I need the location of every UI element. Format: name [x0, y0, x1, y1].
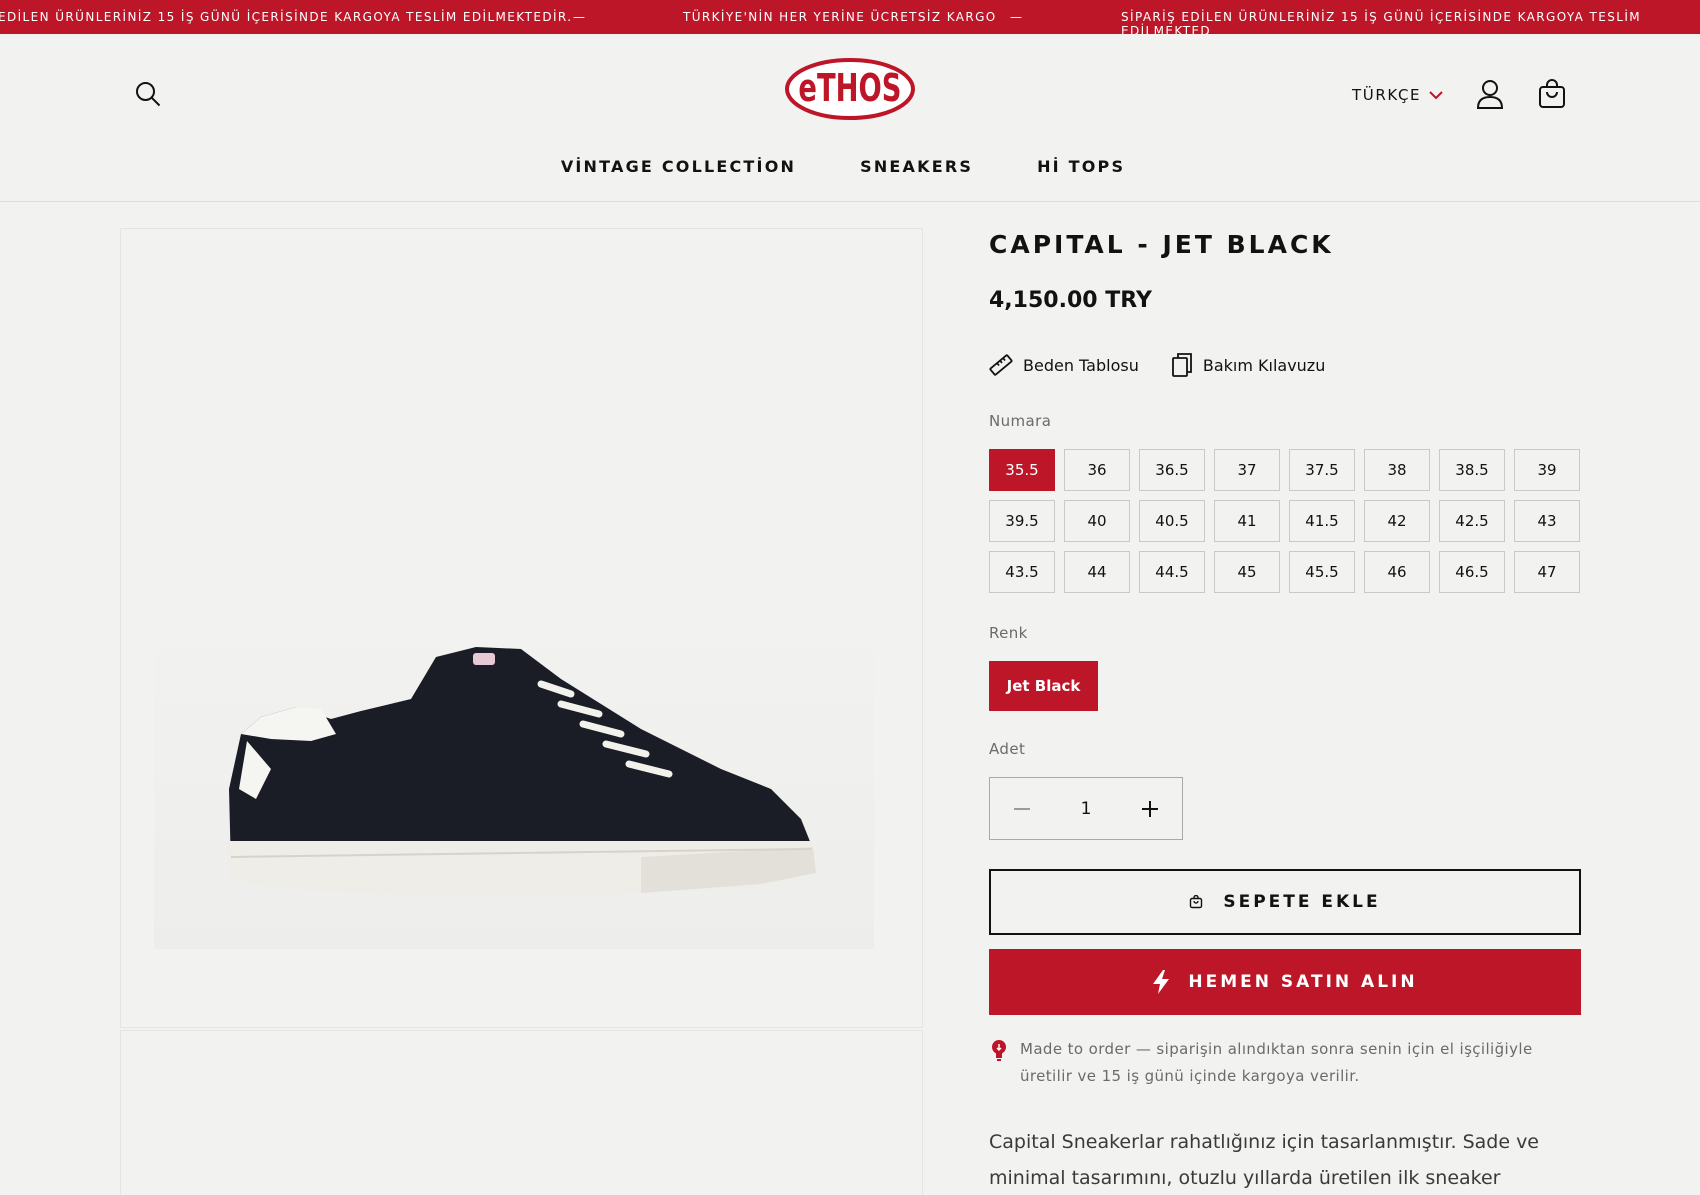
announcement-message: TÜRKİYE'NİN HER YERİNE ÜCRETSİZ KARGO: [683, 10, 997, 24]
product-description: Capital Sneakerlar rahatlığınız için tas…: [989, 1124, 1549, 1195]
size-option[interactable]: 46.5: [1439, 551, 1505, 593]
lightning-icon: [1153, 970, 1170, 994]
size-option[interactable]: 46: [1364, 551, 1430, 593]
size-option[interactable]: 40: [1064, 500, 1130, 542]
announcement-message: SİPARİŞ EDİLEN ÜRÜNLERİNİZ 15 İŞ GÜNÜ İÇ…: [1121, 10, 1642, 34]
nav-item-hi-tops[interactable]: Hİ TOPS: [1037, 157, 1125, 176]
made-to-order-text: Made to order — siparişin alındıktan son…: [1020, 1036, 1580, 1090]
quantity-increase-button[interactable]: [1118, 778, 1182, 839]
size-option[interactable]: 44: [1064, 551, 1130, 593]
shopping-bag-icon: [1539, 79, 1565, 108]
size-option[interactable]: 42.5: [1439, 500, 1505, 542]
announcement-message: EDİLEN ÜRÜNLERİNİZ 15 İŞ GÜNÜ İÇERİSİNDE…: [0, 10, 573, 24]
description-line-2: minimal tasarımını, otuzlu yıllarda üret…: [989, 1167, 1501, 1189]
size-option[interactable]: 42: [1364, 500, 1430, 542]
add-to-cart-button[interactable]: SEPETE EKLE: [989, 869, 1581, 935]
size-option[interactable]: 38: [1364, 449, 1430, 491]
size-option[interactable]: 41.5: [1289, 500, 1355, 542]
minus-icon: [1014, 807, 1030, 810]
logo-text: eTHOS: [798, 65, 901, 110]
buy-now-button[interactable]: HEMEN SATIN ALIN: [989, 949, 1581, 1015]
product-price: 4,150.00 TRY: [989, 288, 1152, 313]
product-guides: Beden Tablosu Bakım Kılavuzu: [989, 352, 1325, 378]
quantity-value[interactable]: 1: [1054, 799, 1118, 819]
ruler-icon: [989, 354, 1013, 376]
product-image-secondary[interactable]: [120, 1030, 923, 1195]
ethos-logo[interactable]: eTHOS: [784, 56, 916, 122]
size-option[interactable]: 45.5: [1289, 551, 1355, 593]
care-guide-label: Bakım Kılavuzu: [1202, 355, 1326, 375]
quantity-decrease-button[interactable]: [990, 778, 1054, 839]
size-option[interactable]: 40.5: [1139, 500, 1205, 542]
main-navigation: VİNTAGE COLLECTİON SNEAKERS Hİ TOPS: [0, 157, 1700, 176]
document-copy-icon: [1171, 353, 1192, 377]
size-option[interactable]: 43: [1514, 500, 1580, 542]
size-chart-label: Beden Tablosu: [1023, 355, 1139, 375]
size-option[interactable]: 39: [1514, 449, 1580, 491]
description-line-1: Capital Sneakerlar rahatlığınız için tas…: [989, 1131, 1539, 1153]
notice-line-2: üretilir ve 15 iş günü içinde kargoya ve…: [1020, 1067, 1360, 1085]
chevron-down-icon: [1429, 91, 1443, 100]
made-to-order-notice: Made to order — siparişin alındıktan son…: [989, 1036, 1581, 1090]
size-option[interactable]: 45: [1214, 551, 1280, 593]
size-chart-link[interactable]: Beden Tablosu: [989, 352, 1139, 378]
size-options: 35.5 36 36.5 37 37.5 38 38.5 39 39.5 40 40.5 41 41.5…: [989, 449, 1581, 593]
cart-button[interactable]: [1531, 72, 1573, 116]
announcement-separator: —: [1010, 10, 1024, 24]
nav-item-vintage-collection[interactable]: VİNTAGE COLLECTİON: [561, 157, 796, 176]
announcement-bar: EDİLEN ÜRÜNLERİNİZ 15 İŞ GÜNÜ İÇERİSİNDE…: [0, 0, 1700, 34]
lightbulb-icon: [992, 1040, 1006, 1061]
notice-line-1: Made to order — siparişin alındıktan son…: [1020, 1040, 1533, 1058]
announcement-separator: —: [573, 10, 587, 24]
size-option[interactable]: 43.5: [989, 551, 1055, 593]
size-option[interactable]: 47: [1514, 551, 1580, 593]
quantity-stepper: 1: [989, 777, 1183, 840]
search-button[interactable]: [128, 74, 168, 114]
size-option[interactable]: 37: [1214, 449, 1280, 491]
product-image[interactable]: [120, 228, 923, 1028]
add-to-cart-label: SEPETE EKLE: [1223, 892, 1381, 912]
plus-icon: [1142, 800, 1158, 817]
care-guide-link[interactable]: Bakım Kılavuzu: [1171, 352, 1326, 378]
nav-item-sneakers[interactable]: SNEAKERS: [860, 157, 973, 176]
size-option[interactable]: 35.5: [989, 449, 1055, 491]
size-option[interactable]: 36.5: [1139, 449, 1205, 491]
site-header: eTHOS TÜRKÇE VİNTAGE COLLECTİON SNEAKERS…: [0, 34, 1700, 202]
size-option[interactable]: 39.5: [989, 500, 1055, 542]
sneaker-image: [151, 609, 874, 949]
language-label: TÜRKÇE: [1352, 86, 1422, 104]
size-option[interactable]: 41: [1214, 500, 1280, 542]
size-option[interactable]: 36: [1064, 449, 1130, 491]
size-option[interactable]: 37.5: [1289, 449, 1355, 491]
size-label: Numara: [989, 412, 1052, 430]
shopping-bag-icon: [1190, 895, 1203, 909]
user-icon: [1476, 80, 1504, 109]
buy-now-label: HEMEN SATIN ALIN: [1188, 972, 1418, 992]
search-icon: [136, 82, 161, 107]
size-option[interactable]: 38.5: [1439, 449, 1505, 491]
quantity-label: Adet: [989, 740, 1026, 758]
account-button[interactable]: [1470, 72, 1510, 116]
color-label: Renk: [989, 624, 1028, 642]
language-selector[interactable]: TÜRKÇE: [1352, 80, 1443, 110]
product-title: CAPITAL - JET BLACK: [989, 230, 1334, 259]
color-option-jet-black[interactable]: Jet Black: [989, 661, 1098, 711]
size-option[interactable]: 44.5: [1139, 551, 1205, 593]
